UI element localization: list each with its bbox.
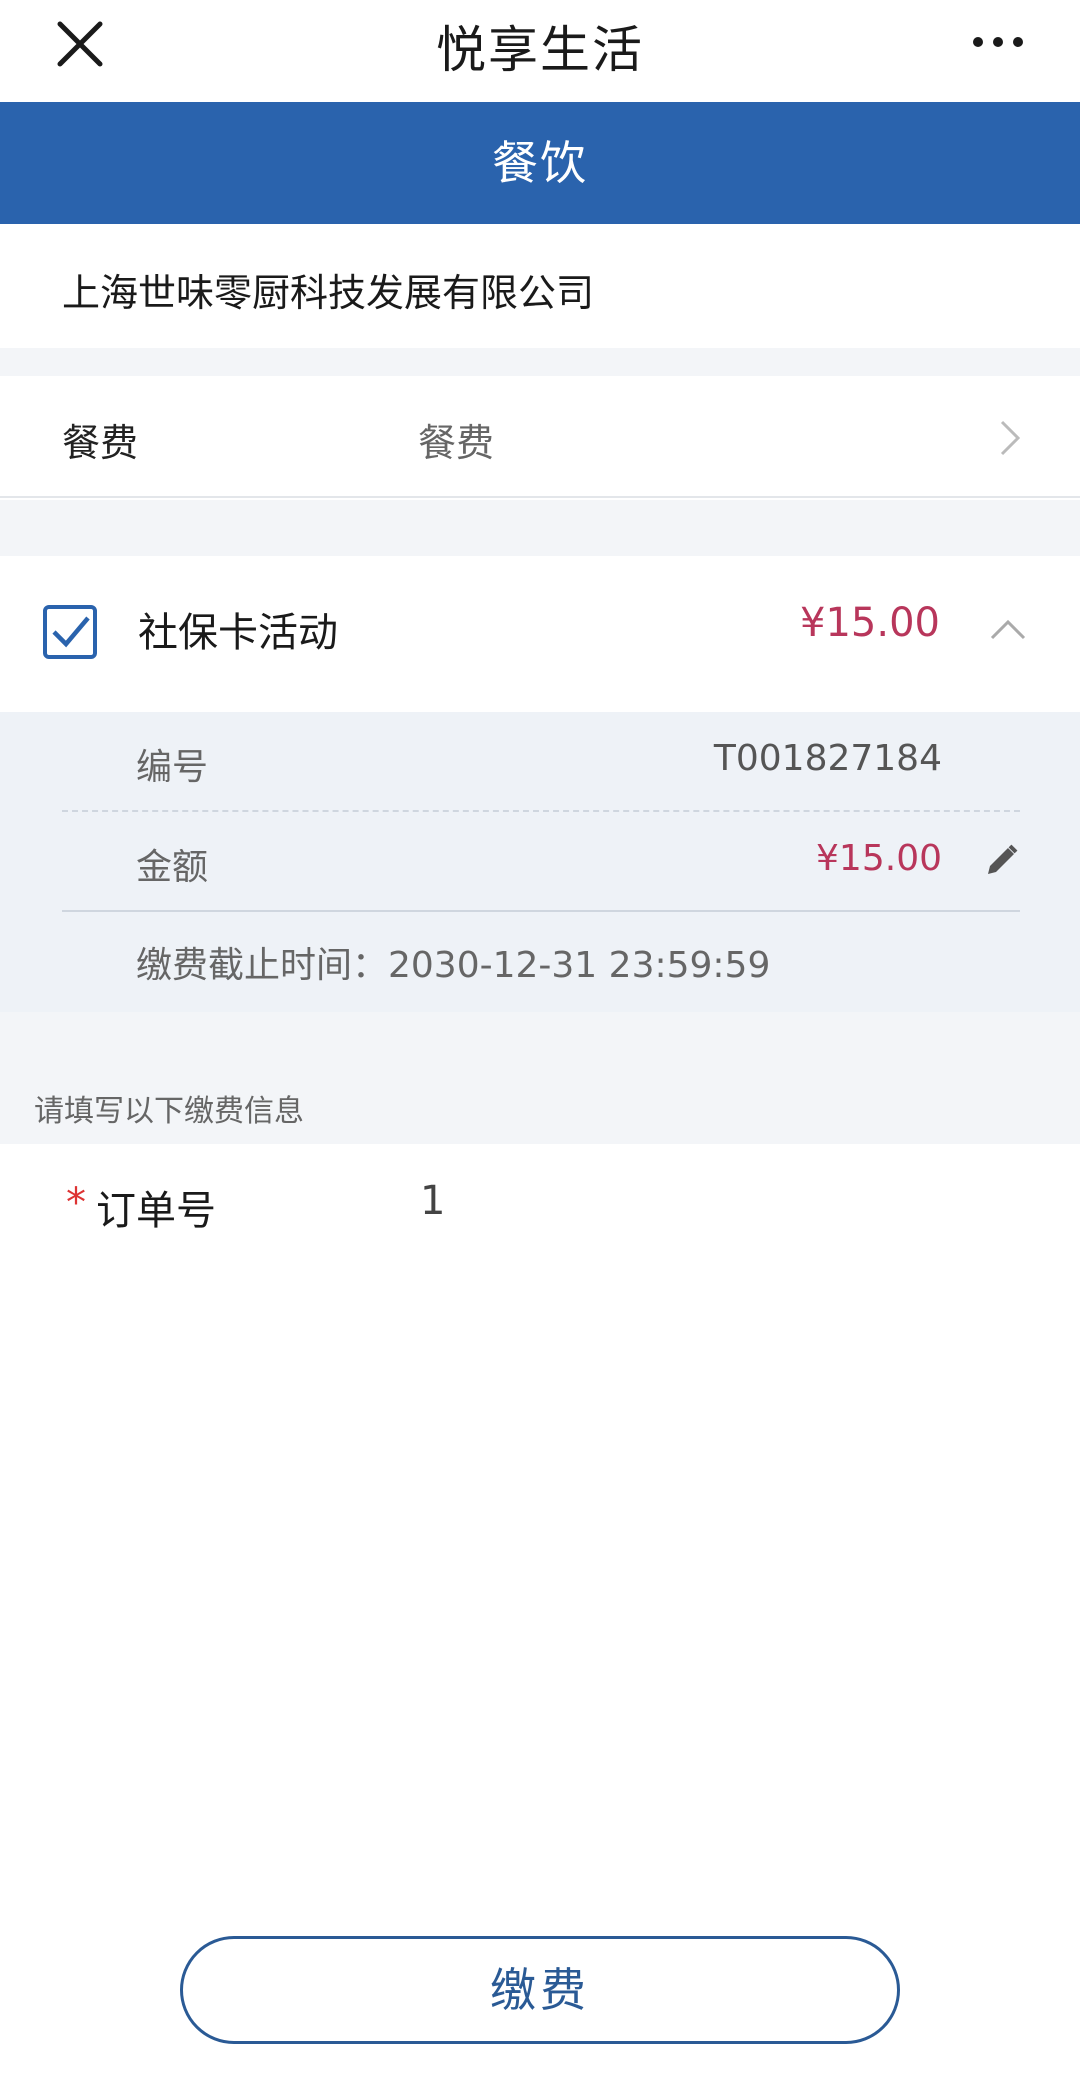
activity-name: 社保卡活动 xyxy=(138,610,338,656)
section-divider xyxy=(0,1012,1080,1068)
number-value: T001827184 xyxy=(713,738,942,779)
pay-button[interactable]: 缴费 xyxy=(180,1936,900,2044)
detail-row-number: 编号 T001827184 xyxy=(62,712,1020,812)
fee-type-label: 餐费 xyxy=(62,421,139,465)
detail-row-deadline: 缴费截止时间：2030-12-31 23:59:59 xyxy=(62,912,1020,1012)
fee-type-value: 餐费 xyxy=(418,421,495,465)
chevron-right-icon xyxy=(1000,420,1021,456)
checkbox-checked-icon[interactable] xyxy=(42,604,98,660)
required-mark: * xyxy=(66,1180,86,1226)
section-divider xyxy=(0,500,1080,556)
fee-type-selector[interactable]: 餐费 餐费 xyxy=(0,376,1080,498)
order-number-input[interactable]: 1 xyxy=(420,1178,445,1224)
order-number-label: 订单号 xyxy=(96,1188,216,1234)
form-hint: 请填写以下缴费信息 xyxy=(0,1068,1080,1144)
form-hint-text: 请填写以下缴费信息 xyxy=(34,1094,304,1129)
category-banner: 餐饮 xyxy=(0,102,1080,224)
order-number-field[interactable]: * 订单号 1 xyxy=(0,1144,1080,1264)
activity-row[interactable]: 社保卡活动 ¥15.00 xyxy=(0,556,1080,712)
amount-label: 金额 xyxy=(136,847,209,888)
merchant-row: 上海世味零厨科技发展有限公司 xyxy=(0,224,1080,348)
section-divider xyxy=(0,348,1080,376)
top-bar: 悦享生活 xyxy=(0,0,1080,102)
activity-details: 编号 T001827184 金额 ¥15.00 缴费截止时间：2030-12-3… xyxy=(0,712,1080,1012)
edit-pencil-icon[interactable] xyxy=(982,842,1020,880)
amount-value: ¥15.00 xyxy=(816,838,942,879)
more-icon[interactable] xyxy=(968,22,1028,62)
page-title: 悦享生活 xyxy=(436,21,644,79)
number-label: 编号 xyxy=(136,747,209,788)
chevron-up-icon[interactable] xyxy=(988,616,1028,642)
deadline-text: 缴费截止时间：2030-12-31 23:59:59 xyxy=(136,945,771,986)
activity-amount: ¥15.00 xyxy=(800,600,940,646)
merchant-name: 上海世味零厨科技发展有限公司 xyxy=(62,271,595,315)
detail-row-amount: 金额 ¥15.00 xyxy=(62,812,1020,912)
